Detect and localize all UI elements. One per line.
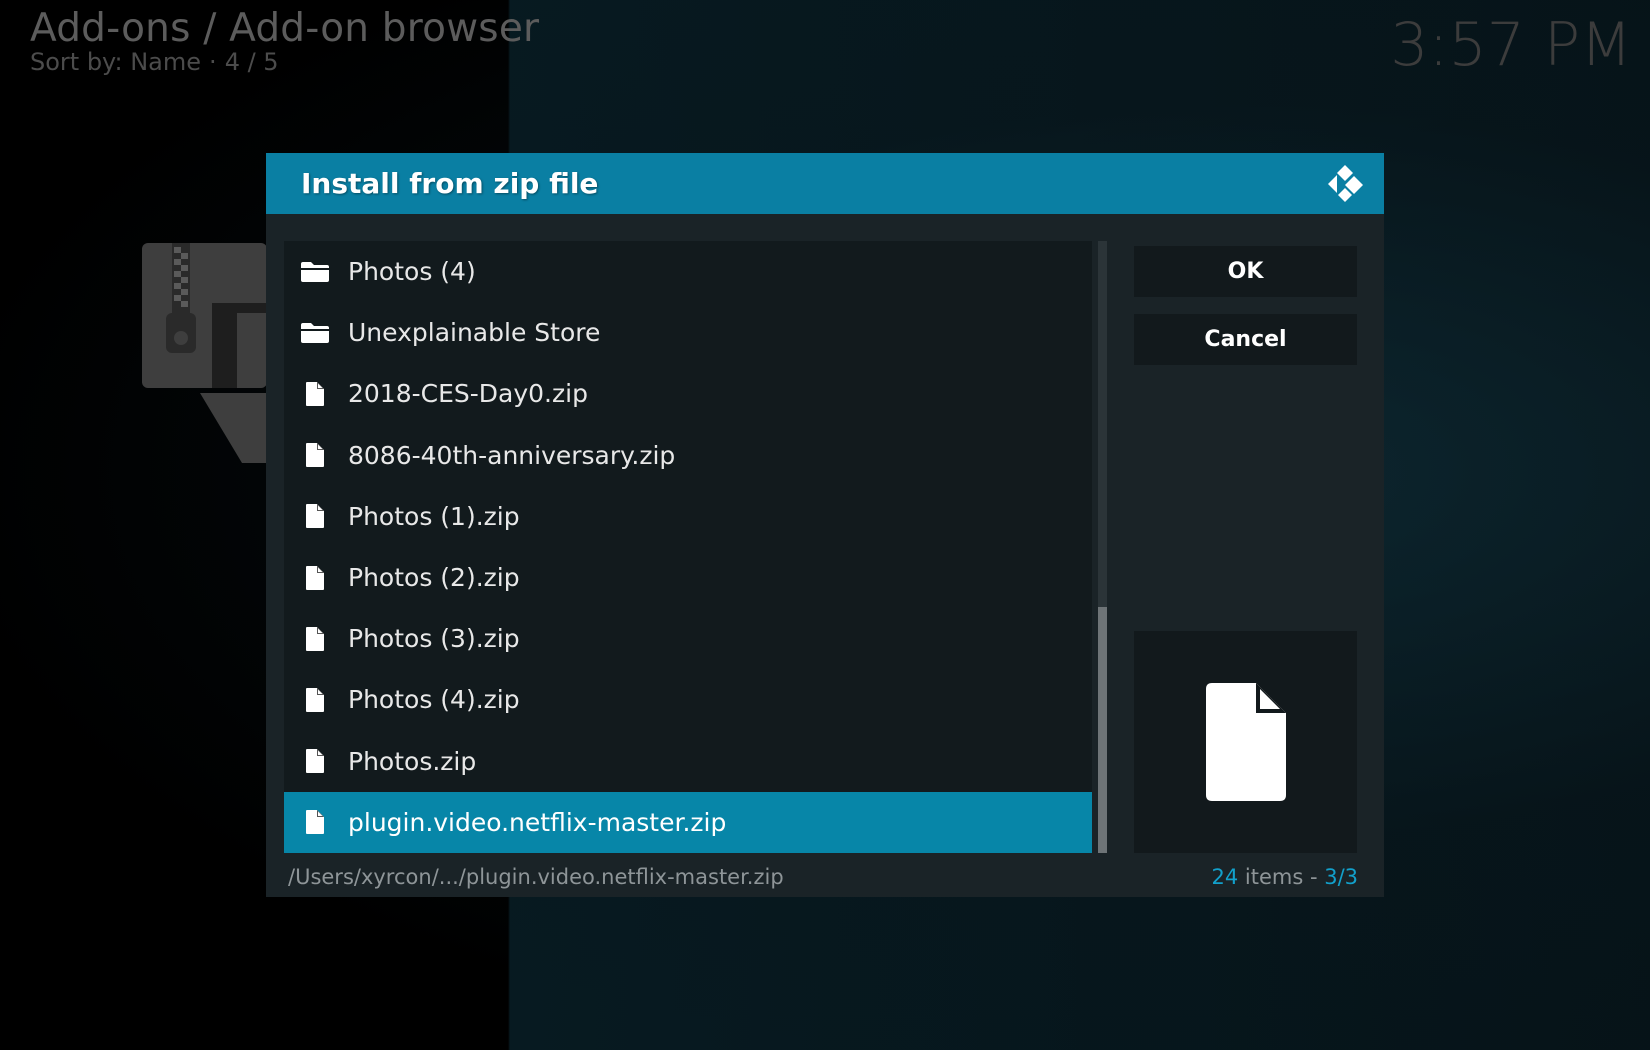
- item-count: 24 items - 3/3: [1211, 865, 1358, 889]
- scrollbar-thumb[interactable]: [1098, 607, 1107, 853]
- folder-icon: [300, 259, 330, 285]
- list-item-label: Photos (3).zip: [348, 624, 520, 654]
- current-path: /Users/xyrcon/.../plugin.video.netflix-m…: [288, 865, 784, 889]
- file-icon: [300, 809, 330, 835]
- install-zip-dialog: Install from zip file Photos (4) Unexplai…: [266, 153, 1384, 897]
- file-list-item[interactable]: Photos (3).zip: [284, 608, 1092, 669]
- ok-button[interactable]: OK: [1134, 246, 1357, 297]
- list-item-label: 2018-CES-Day0.zip: [348, 379, 588, 409]
- list-item-label: Photos (4): [348, 257, 476, 286]
- list-item-label: Photos.zip: [348, 746, 477, 776]
- file-list-item[interactable]: Photos (4).zip: [284, 669, 1092, 730]
- file-icon: [300, 687, 330, 713]
- file-list-item[interactable]: 8086-40th-anniversary.zip: [284, 425, 1092, 486]
- list-item-label: plugin.video.netflix-master.zip: [348, 807, 727, 837]
- file-icon: [300, 442, 330, 468]
- items-label: items -: [1238, 865, 1325, 889]
- file-icon: [300, 748, 330, 774]
- position-counter: 4 / 5: [224, 48, 279, 76]
- preview-panel: [1134, 631, 1357, 853]
- scrollbar[interactable]: [1098, 241, 1107, 853]
- file-list-item[interactable]: Photos (1).zip: [284, 486, 1092, 547]
- list-item-label: Unexplainable Store: [348, 318, 601, 348]
- folder-list-item[interactable]: Photos (4): [284, 241, 1092, 302]
- item-count-number: 24: [1211, 865, 1239, 889]
- clock: 3:57 PM: [1390, 10, 1632, 80]
- list-item-label: Photos (4).zip: [348, 685, 520, 715]
- kodi-logo-icon: [1328, 165, 1363, 202]
- breadcrumb: Add-ons / Add-on browser: [30, 6, 540, 51]
- zip-install-icon: [142, 243, 267, 463]
- list-item-label: 8086-40th-anniversary.zip: [348, 440, 676, 470]
- dialog-title: Install from zip file: [301, 167, 599, 200]
- file-icon: [300, 626, 330, 652]
- file-list[interactable]: Photos (4) Unexplainable Store 2018-CES-Da…: [284, 241, 1092, 853]
- dialog-header: Install from zip file: [266, 153, 1384, 214]
- folder-icon: [300, 320, 330, 346]
- sort-info: Sort by: Name · 4 / 5: [30, 48, 279, 76]
- separator: ·: [209, 48, 217, 76]
- list-item-label: Photos (1).zip: [348, 501, 520, 531]
- page-indicator: 3/3: [1324, 865, 1358, 889]
- file-list-item[interactable]: Photos (2).zip: [284, 547, 1092, 608]
- cancel-button[interactable]: Cancel: [1134, 314, 1357, 365]
- file-list-item[interactable]: 2018-CES-Day0.zip: [284, 363, 1092, 424]
- file-icon: [300, 381, 330, 407]
- file-icon: [300, 503, 330, 529]
- sort-label: Sort by: Name: [30, 48, 202, 76]
- folder-list-item[interactable]: Unexplainable Store: [284, 302, 1092, 363]
- list-item-label: Photos (2).zip: [348, 563, 520, 592]
- file-list-item[interactable]: Photos.zip: [284, 731, 1092, 792]
- file-icon: [1205, 683, 1286, 801]
- file-list-item[interactable]: plugin.video.netflix-master.zip: [284, 791, 1092, 853]
- file-icon: [300, 565, 330, 591]
